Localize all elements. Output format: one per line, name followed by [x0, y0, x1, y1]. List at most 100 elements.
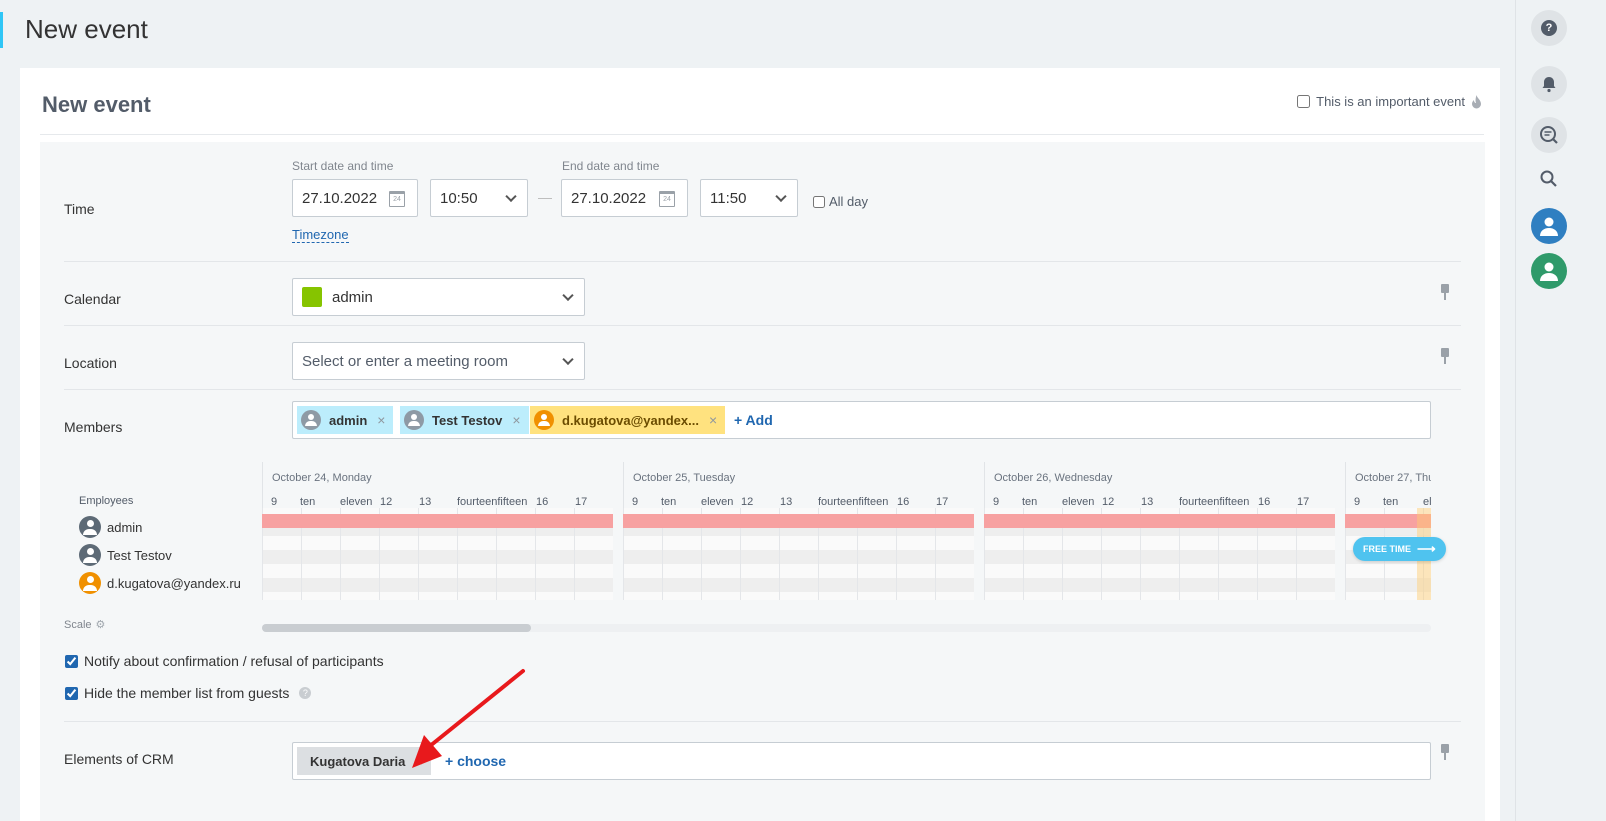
member-tag[interactable]: admin ×	[297, 406, 394, 434]
employees-caption: Employees	[79, 495, 134, 507]
start-date-input[interactable]: 27.10.2022 24	[292, 179, 418, 217]
flame-icon	[1472, 94, 1481, 108]
planner-scrollbar[interactable]	[262, 624, 1431, 632]
hour-label: fourteenfifteen	[818, 496, 889, 508]
card-title: New event	[42, 92, 151, 117]
scrollbar-thumb[interactable]	[262, 624, 531, 632]
end-time-select[interactable]: 11:50	[700, 179, 798, 217]
employee-row-label: Test Testov	[79, 544, 172, 566]
rail-avatar-user-1[interactable]	[1531, 208, 1567, 244]
time-lane[interactable]	[984, 536, 1335, 550]
crm-selector[interactable]: Kugatova Daria × + choose	[292, 742, 1431, 780]
employee-avatar	[79, 516, 101, 538]
important-event-checkbox[interactable]	[1297, 95, 1311, 108]
busy-slot[interactable]	[262, 514, 613, 528]
pin-icon[interactable]	[1440, 744, 1450, 760]
pin-icon[interactable]	[1440, 348, 1450, 364]
notifications-button[interactable]	[1531, 66, 1567, 102]
busy-slot[interactable]	[984, 514, 1335, 528]
start-caption: Start date and time	[292, 159, 394, 173]
remove-icon[interactable]: ×	[512, 412, 520, 428]
calendar-icon[interactable]: 24	[659, 191, 675, 207]
search-button[interactable]	[1531, 161, 1567, 197]
hour-label: 17	[575, 496, 588, 508]
hour-label: fourteenfifteen	[1179, 496, 1250, 508]
search-icon	[1540, 170, 1557, 187]
user-icon	[1540, 217, 1558, 236]
end-date-input[interactable]: 27.10.2022 24	[561, 179, 688, 217]
pin-icon[interactable]	[1440, 284, 1450, 300]
calendar-value: admin	[332, 288, 373, 306]
calendar-select[interactable]: admin	[292, 278, 585, 316]
choose-crm-link[interactable]: + choose	[445, 753, 506, 769]
member-avatar	[301, 410, 321, 430]
hour-label: 16	[536, 496, 549, 508]
gear-icon[interactable]: ⚙	[96, 618, 106, 631]
hour-label: el	[1423, 496, 1431, 508]
calendar-color-swatch	[302, 287, 322, 307]
hour-label: ten	[1022, 496, 1038, 508]
timezone-link[interactable]: Timezone	[292, 227, 349, 243]
free-time-button[interactable]: FREE TIME ⟶	[1353, 537, 1446, 561]
calendar-icon[interactable]: 24	[389, 191, 405, 207]
hour-label: 17	[1297, 496, 1310, 508]
time-lane[interactable]	[623, 578, 974, 592]
busy-slot[interactable]	[623, 514, 974, 528]
day-header: October 25, Tuesday	[633, 472, 736, 484]
time-lane[interactable]	[623, 564, 974, 578]
hide-members-label: Hide the member list from guests	[84, 685, 290, 701]
member-tag[interactable]: Test Testov ×	[400, 406, 529, 434]
page-accent-bar	[0, 12, 3, 48]
end-caption: End date and time	[562, 159, 660, 173]
notify-checkbox[interactable]	[65, 654, 78, 668]
remove-icon[interactable]: ×	[709, 412, 717, 428]
planner-grid[interactable]: October 24, Monday October 25, Tuesday O…	[262, 462, 1431, 600]
hour-label: 13	[780, 496, 793, 508]
notify-label: Notify about confirmation / refusal of p…	[84, 653, 384, 669]
time-lane[interactable]	[984, 592, 1335, 600]
hide-members-checkbox[interactable]	[65, 686, 78, 700]
crm-tag[interactable]: Kugatova Daria ×	[297, 747, 431, 775]
chat-button[interactable]	[1531, 117, 1567, 153]
member-avatar	[534, 410, 554, 430]
members-selector[interactable]: admin × Test Testov × d.kugatova@yandex.…	[292, 401, 1431, 439]
remove-icon[interactable]: ×	[377, 412, 385, 428]
member-name: d.kugatova@yandex...	[562, 412, 699, 428]
member-name: admin	[329, 412, 368, 428]
hour-label: 13	[1141, 496, 1154, 508]
member-tag[interactable]: d.kugatova@yandex... ×	[530, 406, 726, 434]
event-form: Time Start date and time End date and ti…	[40, 142, 1485, 821]
all-day-checkbox[interactable]	[813, 195, 825, 208]
time-lane[interactable]	[623, 536, 974, 550]
time-lane[interactable]	[262, 578, 613, 592]
hour-label: 9	[993, 496, 1000, 508]
time-lane[interactable]	[984, 564, 1335, 578]
hour-label: ten	[661, 496, 677, 508]
hour-label: 16	[897, 496, 910, 508]
help-icon: ?	[1541, 20, 1557, 36]
rail-avatar-user-2[interactable]	[1531, 253, 1567, 289]
hour-label: 13	[419, 496, 432, 508]
time-lane[interactable]	[262, 550, 613, 564]
time-lane[interactable]	[262, 592, 613, 600]
hour-label: ten	[300, 496, 316, 508]
important-event-toggle[interactable]: This is an important event	[1297, 94, 1482, 109]
help-button[interactable]: ?	[1531, 10, 1567, 46]
start-time-select[interactable]: 10:50	[430, 179, 528, 217]
remove-icon[interactable]: ×	[415, 754, 423, 769]
time-lane[interactable]	[262, 564, 613, 578]
add-member-link[interactable]: + Add	[734, 412, 773, 428]
hide-members-option[interactable]: Hide the member list from guests ?	[65, 685, 312, 701]
time-lane[interactable]	[623, 550, 974, 564]
scale-control[interactable]: Scale ⚙	[64, 618, 105, 631]
employee-name: d.kugatova@yandex.ru	[107, 575, 241, 591]
notify-option[interactable]: Notify about confirmation / refusal of p…	[65, 653, 384, 669]
chevron-down-icon	[775, 190, 787, 203]
location-select[interactable]: Select or enter a meeting room	[292, 342, 585, 380]
all-day-toggle[interactable]: All day	[813, 194, 868, 209]
time-lane[interactable]	[623, 592, 974, 600]
time-lane[interactable]	[984, 578, 1335, 592]
time-lane[interactable]	[262, 536, 613, 550]
help-icon[interactable]: ?	[299, 687, 312, 699]
time-lane[interactable]	[984, 550, 1335, 564]
